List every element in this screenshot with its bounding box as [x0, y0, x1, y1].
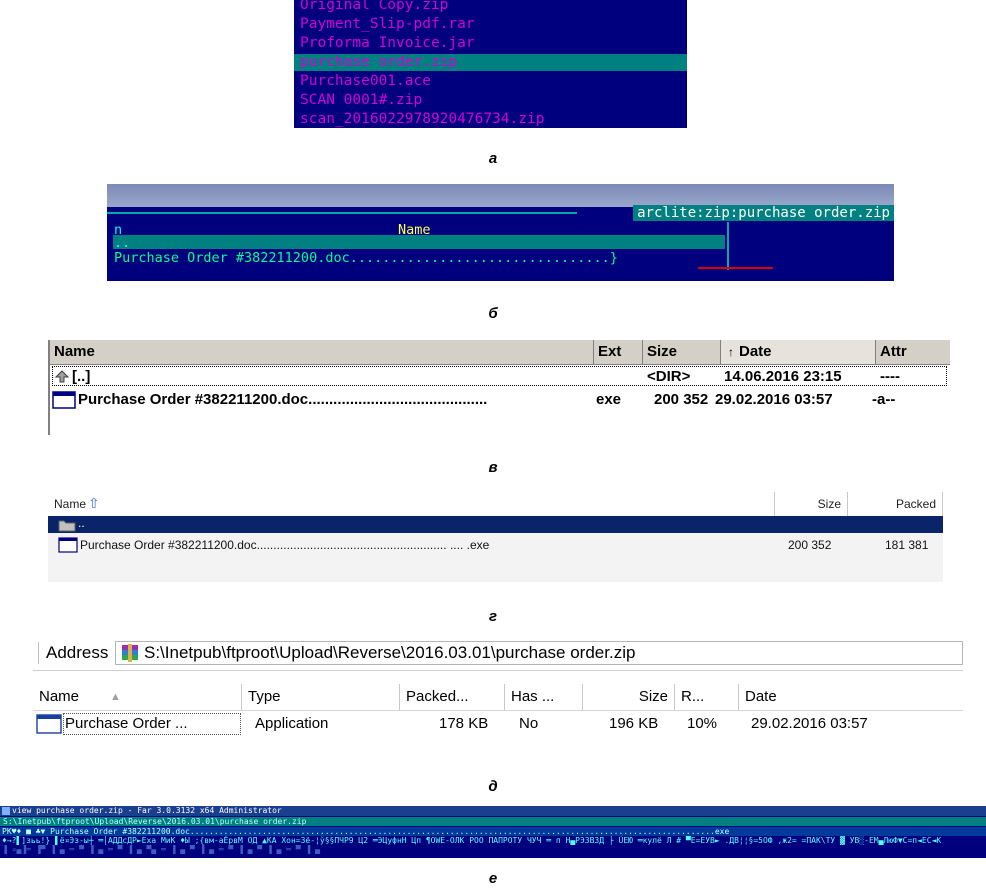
sort-up-arrow-icon: ⇧ — [88, 495, 100, 511]
column-header-bar: Name ▲ Type Packed... Has ... Size R... … — [33, 684, 963, 711]
column-header-ratio[interactable]: R... — [675, 684, 739, 710]
file-attr: -a-- — [872, 391, 896, 408]
file-item-name[interactable]: Purchase Order #382211200.doc...........… — [78, 390, 487, 410]
file-item-selected[interactable]: purchase order.zip — [300, 54, 457, 71]
column-header-bar: Name Ext Size Date ↑ Attr — [50, 340, 950, 365]
far-viewer-window: view purchase order.zip - Far 3.0.3132 x… — [0, 806, 986, 858]
address-bar: Address S:\Inetpub\ftproot\Upload\Revers… — [33, 636, 963, 671]
file-has: No — [519, 715, 539, 732]
exe-window-icon — [58, 537, 78, 553]
address-path: S:\Inetpub\ftproot\Upload\Reverse\2016.0… — [144, 643, 636, 662]
far-file-list-panel: Original Copy.zip Payment_Slip-pdf.rar P… — [294, 0, 687, 128]
column-header-name-label: Name — [39, 688, 80, 705]
exe-window-icon — [52, 391, 76, 409]
file-item[interactable]: Proforma Invoice.jar — [300, 35, 475, 52]
file-item[interactable]: Payment_Slip-pdf.rar — [300, 16, 475, 33]
toolbar-grip — [38, 642, 42, 664]
column-header-date[interactable]: Date — [739, 684, 963, 710]
parent-attr: ---- — [880, 368, 900, 385]
file-size: 196 KB — [609, 715, 659, 732]
file-item[interactable]: Original Copy.zip — [300, 0, 448, 14]
caption-e: д — [488, 778, 498, 795]
column-header-name[interactable]: Name — [50, 340, 594, 364]
column-header-packed[interactable]: Packed — [848, 492, 943, 516]
folder-icon — [58, 520, 76, 532]
file-date: 29.02.2016 03:57 — [715, 391, 833, 408]
frame-border — [107, 212, 577, 214]
file-item-name[interactable]: Purchase Order #382211200.doc...........… — [80, 538, 489, 552]
winrar-window: Address S:\Inetpub\ftproot\Upload\Revers… — [33, 636, 963, 741]
selection-bar — [48, 516, 943, 533]
caption-a: а — [488, 150, 498, 167]
sort-up-arrow-icon: ↑ — [728, 345, 734, 359]
viewer-line: ▐ ¤▄▐═ ▐▀ ▐ ▄ ═ ▀ ▐ ▄ ═ ▀ ▐ ▄ ▀▄ ═ ▐ ▄ ▀… — [2, 845, 320, 854]
column-header-name[interactable]: Name — [48, 492, 775, 516]
panel-title: arclite:zip:purchase order.zip — [633, 205, 894, 221]
winrar-archive-icon — [122, 644, 138, 662]
column-header-size[interactable]: Size — [583, 684, 675, 710]
caption-b: б — [488, 305, 498, 322]
parent-dir-item[interactable]: .. — [78, 516, 85, 530]
column-header-size[interactable]: Size — [775, 492, 848, 516]
caption-f: е — [488, 870, 498, 887]
sort-asc-icon: ▲ — [110, 691, 121, 703]
file-item[interactable]: scan_2016022978920476734.zip — [300, 111, 544, 128]
file-item[interactable]: Purchase001.ace — [300, 73, 431, 90]
file-size: 200 352 — [788, 538, 832, 552]
total-commander-panel: Name Ext Size Date ↑ Attr [..] <DIR> 14.… — [48, 340, 950, 435]
column-header-name[interactable]: Name ▲ — [33, 684, 242, 710]
file-item[interactable]: Purchase Order #382211200.doc...........… — [114, 250, 618, 266]
column-header-type[interactable]: Type — [242, 684, 400, 710]
caption-d: г — [488, 608, 497, 625]
file-packed: 178 KB — [439, 715, 489, 732]
column-header-attr[interactable]: Attr — [876, 340, 950, 364]
file-type: Application — [255, 715, 329, 732]
column-header-packed[interactable]: Packed... — [400, 684, 505, 710]
app-icon — [2, 807, 10, 815]
caption-c: в — [488, 459, 498, 476]
window-title: view purchase order.zip - Far 3.0.3132 x… — [0, 806, 986, 816]
file-ext: exe — [596, 391, 622, 408]
parent-dir-item[interactable]: .. — [114, 235, 130, 251]
window-top-bar — [107, 184, 894, 207]
highlight-underline — [698, 267, 773, 269]
viewer-line: PK♥♦ ■ ♣▼ Purchase Order #382211200.doc.… — [2, 827, 730, 836]
file-item[interactable]: SCAN 0001#.zip — [300, 92, 422, 109]
address-field[interactable]: S:\Inetpub\ftproot\Upload\Reverse\2016.0… — [115, 641, 963, 665]
column-header-has[interactable]: Has ... — [505, 684, 583, 710]
parent-date: 14.06.2016 23:15 — [724, 368, 842, 385]
column-separator — [727, 222, 729, 270]
file-packed: 181 381 — [885, 538, 929, 552]
file-date: 29.02.2016 03:57 — [751, 715, 868, 732]
column-header-ext[interactable]: Ext — [594, 340, 643, 364]
file-size: 200 352 — [654, 391, 709, 408]
parent-dir-item[interactable]: [..] — [72, 367, 90, 387]
column-header-bar: Name ⇧ Size Packed — [48, 492, 943, 517]
application-icon — [36, 714, 62, 734]
column-header-date[interactable]: Date — [721, 340, 876, 364]
viewer-path: S:\Inetpub\ftproot\Upload\Reverse\2016.0… — [0, 817, 986, 826]
selection-bar — [113, 235, 725, 249]
address-label: Address — [46, 643, 109, 662]
far-archive-panel: arclite:zip:purchase order.zip n Name ..… — [107, 184, 894, 281]
viewer-line: ♦→?▌]зьь!} ▌ё¤Эз-ы┼ ═│АДДсДР►Еха МиК ♦Ы … — [2, 836, 942, 845]
file-item-name[interactable]: Purchase Order ... — [65, 712, 188, 736]
file-ratio: 10% — [687, 715, 718, 732]
up-folder-icon — [54, 370, 70, 383]
column-header-size[interactable]: Size — [643, 340, 721, 364]
parent-size: <DIR> — [647, 368, 691, 385]
double-commander-panel: Name ⇧ Size Packed .. Purchase Order #38… — [48, 492, 943, 582]
